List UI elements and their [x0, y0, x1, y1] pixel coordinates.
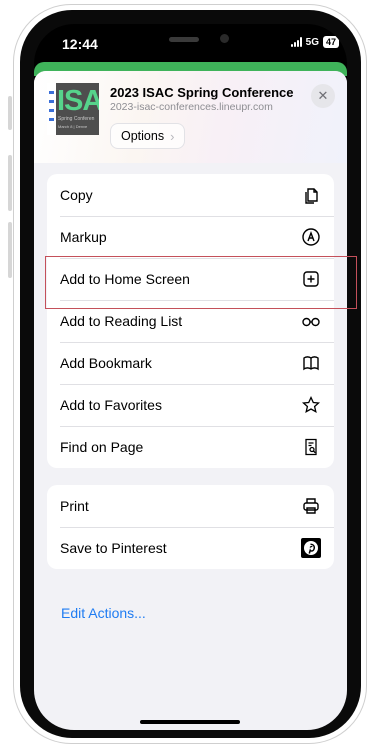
action-add-bookmark[interactable]: Add Bookmark [47, 342, 334, 384]
action-label: Add to Favorites [60, 397, 162, 413]
action-markup[interactable]: Markup [47, 216, 334, 258]
site-thumbnail: ISA Spring Conferen March 8 | Denve [47, 83, 99, 135]
page-url: 2023-isac-conferences.lineupr.com [110, 101, 273, 113]
pinterest-icon [301, 538, 321, 558]
thumbnail-stripe [47, 83, 56, 135]
star-icon [301, 395, 321, 415]
glasses-icon [301, 311, 321, 331]
options-label: Options [121, 129, 165, 143]
thumbnail-date: March 8 | Denve [58, 124, 88, 129]
action-find-on-page[interactable]: Find on Page [47, 426, 334, 468]
markup-icon [301, 227, 321, 247]
action-label: Print [60, 498, 89, 514]
page-title: 2023 ISAC Spring Conference [110, 85, 294, 100]
home-indicator [140, 720, 240, 724]
edit-actions-link[interactable]: Edit Actions... [61, 605, 146, 621]
printer-icon [301, 496, 321, 516]
phone-screen: 12:44 5G 47 ISA Spring Conferen March 8 … [34, 24, 347, 730]
share-actions-list-2: Print Save to Pinterest [47, 485, 334, 569]
thumbnail-subtitle: Spring Conferen [58, 116, 95, 122]
action-label: Find on Page [60, 439, 144, 455]
book-icon [301, 353, 321, 373]
chevron-right-icon: › [170, 128, 175, 144]
action-label: Markup [60, 229, 107, 245]
battery-icon: 47 [322, 36, 339, 48]
mute-switch [8, 96, 12, 130]
action-save-to-pinterest[interactable]: Save to Pinterest [47, 527, 334, 569]
close-icon: ✕ [317, 88, 329, 103]
options-button[interactable]: Options › [110, 123, 186, 149]
share-header: ISA Spring Conferen March 8 | Denve 2023… [34, 71, 347, 163]
network-type: 5G [305, 36, 319, 48]
action-add-to-reading-list[interactable]: Add to Reading List [47, 300, 334, 342]
action-label: Add to Reading List [60, 313, 183, 329]
volume-up-button [8, 155, 12, 211]
find-document-icon [301, 437, 321, 457]
action-copy[interactable]: Copy [47, 174, 334, 216]
action-add-to-home-screen[interactable]: Add to Home Screen [47, 258, 334, 300]
share-sheet: ISA Spring Conferen March 8 | Denve 2023… [34, 71, 347, 730]
copy-icon [301, 185, 321, 205]
action-print[interactable]: Print [47, 485, 334, 527]
signal-icon [290, 37, 302, 47]
share-actions-list: Copy Markup Add to Home Screen Add to Re… [47, 174, 334, 468]
status-time: 12:44 [62, 36, 98, 52]
action-add-to-favorites[interactable]: Add to Favorites [47, 384, 334, 426]
action-label: Save to Pinterest [60, 540, 167, 556]
close-button[interactable]: ✕ [311, 84, 335, 108]
action-label: Copy [60, 187, 93, 203]
action-label: Add Bookmark [60, 355, 152, 371]
front-camera [220, 34, 229, 43]
add-square-icon [301, 269, 321, 289]
notch [105, 24, 275, 57]
status-indicators: 5G 47 [290, 36, 339, 48]
action-label: Add to Home Screen [60, 271, 190, 287]
thumbnail-logo-text: ISA [57, 85, 99, 117]
speaker-grille [169, 37, 199, 42]
volume-down-button [8, 222, 12, 278]
